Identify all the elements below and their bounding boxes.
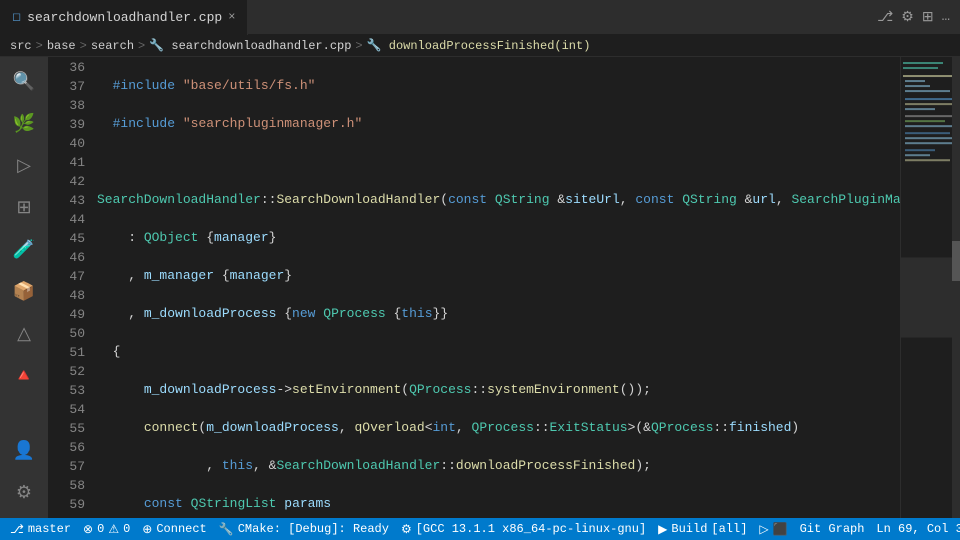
- sidebar-icon-search[interactable]: 🔍: [4, 62, 44, 102]
- status-bar: ⎇ master ⊗ 0 ⚠ 0 ⊕ Connect 🔧 CMake: [Deb…: [0, 518, 960, 540]
- status-git-graph[interactable]: Git Graph: [800, 522, 865, 536]
- sidebar-icon-test[interactable]: 🧪: [4, 230, 44, 270]
- sidebar-icon-warning[interactable]: △: [4, 314, 44, 354]
- branch-icon: ⎇: [10, 522, 24, 537]
- editor: 36 37 38 39 40 41 42 43 44 45 46 47 48 4…: [48, 57, 960, 518]
- line-numbers: 36 37 38 39 40 41 42 43 44 45 46 47 48 4…: [48, 57, 93, 518]
- sidebar-icon-package[interactable]: 📦: [4, 272, 44, 312]
- minimap[interactable]: [900, 57, 960, 518]
- tab-close-button[interactable]: ×: [228, 10, 235, 24]
- error-count: 0: [97, 522, 104, 536]
- sidebar: 🔍 🌿 ▷ ⊞ 🧪 📦 △ 🔺 👤 ⚙: [0, 57, 48, 518]
- warning-icon: ⚠: [108, 522, 119, 537]
- sidebar-icon-source-control[interactable]: 🌿: [4, 104, 44, 144]
- git-graph-label: Git Graph: [800, 522, 865, 536]
- connect-icon: ⊕: [142, 522, 152, 537]
- error-icon: ⊗: [83, 522, 93, 537]
- branch-icon[interactable]: ⎇: [877, 9, 893, 26]
- build-label: Build: [671, 522, 707, 536]
- status-connect[interactable]: ⊕ Connect: [142, 522, 206, 537]
- build-icon: ▶: [658, 522, 667, 537]
- gcc-icon: ⚙: [401, 522, 412, 537]
- sidebar-icon-cmake[interactable]: 🔺: [4, 356, 44, 396]
- sidebar-icon-settings[interactable]: ⚙: [4, 473, 44, 513]
- active-tab[interactable]: ◻ searchdownloadhandler.cpp ×: [0, 0, 248, 35]
- minimap-thumb[interactable]: [952, 241, 960, 281]
- code-content[interactable]: #include "base/utils/fs.h" #include "sea…: [93, 57, 900, 518]
- status-gcc[interactable]: ⚙ [GCC 13.1.1 x86_64-pc-linux-gnu]: [401, 522, 646, 537]
- run-debug-icon2: ⬛: [773, 522, 788, 537]
- minimap-scrollbar[interactable]: [952, 57, 960, 518]
- layout-icon[interactable]: ⊞: [922, 9, 934, 26]
- status-ln-col[interactable]: Ln 69, Col 31: [876, 522, 960, 537]
- status-cmake[interactable]: 🔧 CMake: [Debug]: Ready: [219, 522, 389, 537]
- build-target: [all]: [711, 522, 747, 536]
- settings-icon[interactable]: ⚙: [901, 9, 914, 26]
- cmake-icon: 🔧: [219, 522, 234, 537]
- branch-name: master: [28, 522, 71, 536]
- cmake-label: CMake: [Debug]: Ready: [238, 522, 389, 536]
- file-icon: ◻: [12, 10, 21, 24]
- code-area[interactable]: 36 37 38 39 40 41 42 43 44 45 46 47 48 4…: [48, 57, 960, 518]
- tab-actions: ⎇ ⚙ ⊞ …: [877, 9, 960, 26]
- status-errors[interactable]: ⊗ 0 ⚠ 0: [83, 522, 130, 537]
- sidebar-icon-run[interactable]: ▷: [4, 146, 44, 186]
- gcc-label: [GCC 13.1.1 x86_64-pc-linux-gnu]: [416, 522, 646, 536]
- sidebar-icon-account[interactable]: 👤: [4, 431, 44, 471]
- tab-bar: ◻ searchdownloadhandler.cpp × ⎇ ⚙ ⊞ …: [0, 0, 960, 35]
- more-icon[interactable]: …: [942, 9, 950, 25]
- ln-col-label: Ln 69, Col 31: [876, 522, 960, 536]
- tab-label: searchdownloadhandler.cpp: [27, 10, 222, 25]
- warning-count: 0: [123, 522, 130, 536]
- breadcrumb: src > base > search > 🔧 searchdownloadha…: [0, 35, 960, 57]
- main-area: 🔍 🌿 ▷ ⊞ 🧪 📦 △ 🔺 👤 ⚙ 36 37 38 39 40 41 42…: [0, 57, 960, 518]
- sidebar-icon-extensions[interactable]: ⊞: [4, 188, 44, 228]
- status-right: Ln 69, Col 31 Spaces: 4 UTF-8 LF C++ Lin…: [876, 522, 960, 537]
- status-run-icon[interactable]: ▷ ⬛: [759, 522, 787, 537]
- connect-label: Connect: [156, 522, 206, 536]
- status-build[interactable]: ▶ Build [all]: [658, 522, 747, 537]
- run-debug-icon: ▷: [759, 522, 768, 537]
- status-branch[interactable]: ⎇ master: [10, 522, 71, 537]
